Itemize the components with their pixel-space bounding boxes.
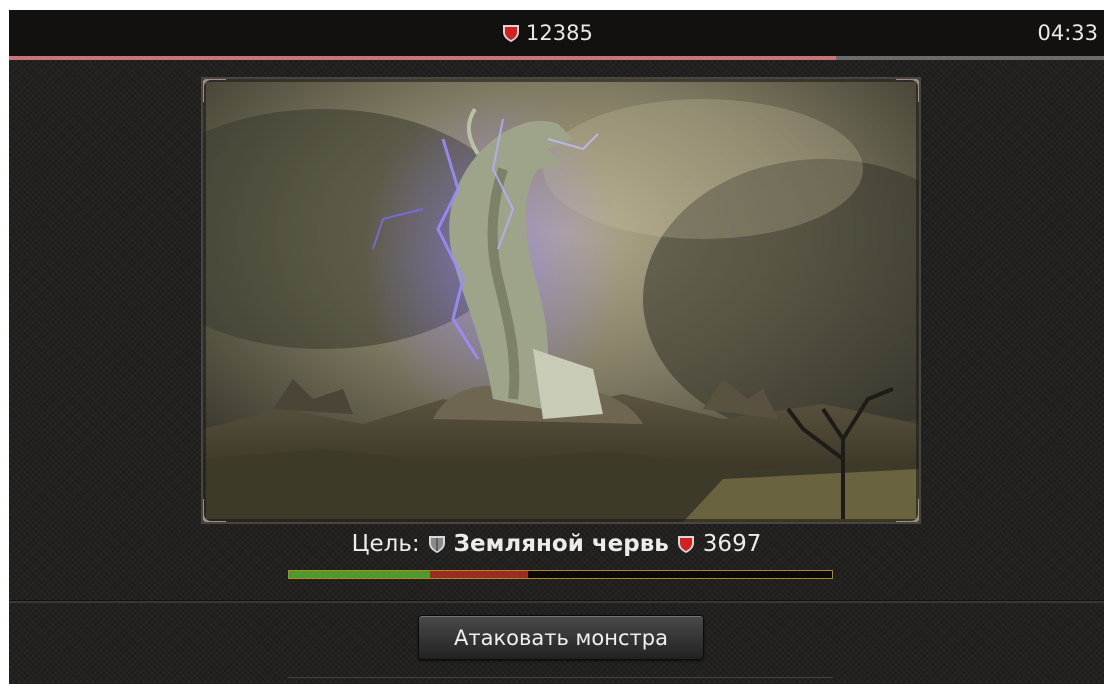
frame-corner-bottom-left xyxy=(203,499,226,522)
game-panel: 12385 04:33 Цель: Земляной червь 3697 Ат… xyxy=(9,10,1104,684)
frame-corner-top-right xyxy=(896,79,919,102)
monster-hp-value: 3697 xyxy=(702,531,762,557)
bottom-divider xyxy=(288,677,833,678)
red-shield-icon xyxy=(677,536,694,553)
frame-corner-bottom-right xyxy=(896,499,919,522)
frame-corner-top-left xyxy=(203,79,226,102)
total-hp-value: 12385 xyxy=(526,21,593,45)
monster-hp-damage xyxy=(430,571,528,578)
top-bar: 12385 04:33 xyxy=(9,10,1104,56)
attack-monster-button[interactable]: Атаковать монстра xyxy=(418,615,704,660)
monster-hp-bar xyxy=(288,570,833,579)
total-hp: 12385 xyxy=(502,21,593,45)
red-shield-icon xyxy=(503,25,519,42)
target-label: Цель: xyxy=(351,531,420,557)
monster-hp-remaining xyxy=(289,571,431,578)
time-progress-bar xyxy=(9,56,1104,60)
section-divider xyxy=(9,600,1104,603)
battle-timer: 04:33 xyxy=(1037,21,1098,45)
time-progress-fill xyxy=(9,56,836,60)
monster-image xyxy=(201,77,921,524)
monster-name[interactable]: Земляной червь xyxy=(454,531,669,557)
gray-shield-icon xyxy=(428,536,445,553)
target-info: Цель: Земляной червь 3697 xyxy=(9,529,1104,559)
